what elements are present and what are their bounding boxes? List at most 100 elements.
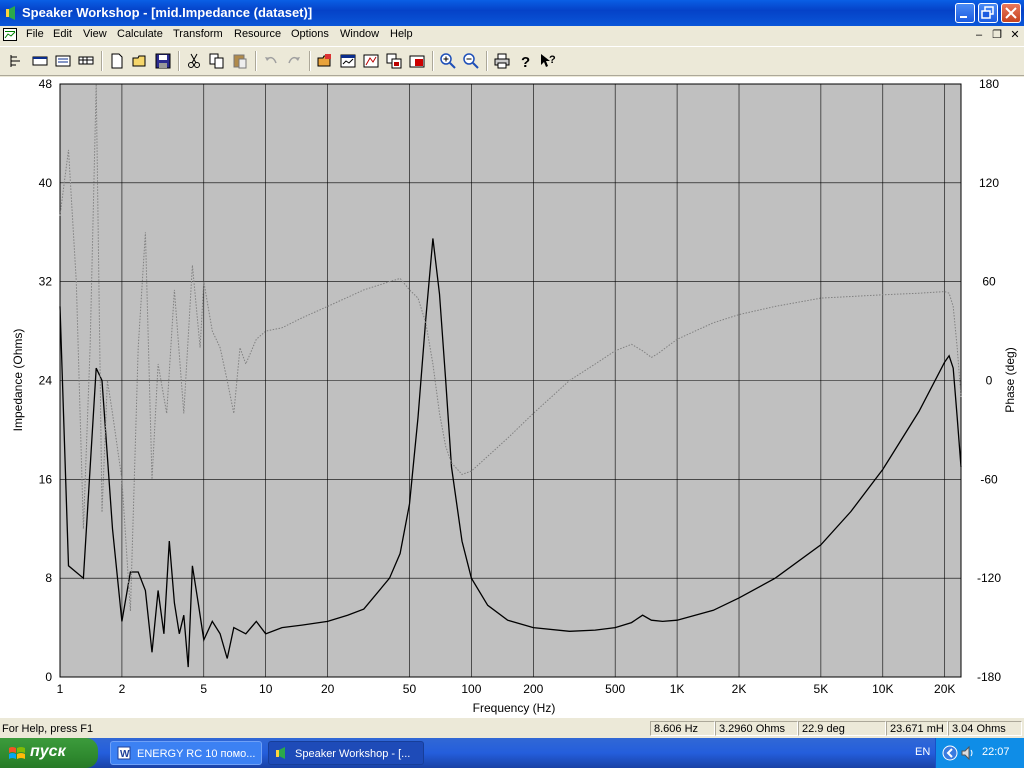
menu-view[interactable]: View <box>83 28 107 40</box>
y-tick-label: 40 <box>39 176 53 190</box>
word-document-icon: W <box>117 746 131 760</box>
open-folder-icon <box>317 54 331 67</box>
y2-tick-label: 180 <box>979 77 999 91</box>
taskbar-item-energy[interactable]: W ENERGY RC 10 помо... <box>110 741 262 765</box>
open-button[interactable] <box>129 50 151 72</box>
x-tick-label: 5K <box>814 682 829 696</box>
system-tray: 22:07 <box>935 738 1024 768</box>
menu-help[interactable]: Help <box>390 28 413 40</box>
taskbar-item-speaker-workshop[interactable]: Speaker Workshop - [... <box>268 741 424 765</box>
svg-text:?: ? <box>521 54 530 69</box>
impedance-chart-window: 1 2 5 10 20 50 100 200 500 1K 2K 5K 10K 20K 0 8 16 24 32 40… <box>0 77 1024 718</box>
doc-restore-button[interactable]: ❐ <box>990 29 1004 41</box>
minimize-icon <box>960 16 967 18</box>
svg-text:W: W <box>120 749 130 760</box>
volume-icon[interactable] <box>960 745 976 761</box>
dialog-button[interactable] <box>29 50 51 72</box>
maximize-button[interactable] <box>978 3 998 23</box>
new-icon <box>111 53 123 69</box>
document-icon[interactable] <box>3 28 17 41</box>
impedance-phase-chart[interactable]: 1 2 5 10 20 50 100 200 500 1K 2K 5K 10K 20K 0 8 16 24 32 40… <box>0 77 1024 718</box>
menu-transform[interactable]: Transform <box>173 28 223 40</box>
start-button[interactable]: пуск <box>0 738 98 768</box>
zoom-out-icon <box>463 53 479 69</box>
print-icon <box>494 53 510 69</box>
y-tick-label: 16 <box>39 472 53 486</box>
measure-button[interactable] <box>337 50 359 72</box>
status-impedance: 3.2960 Ohms <box>715 721 798 736</box>
show-hidden-icons-icon[interactable] <box>942 745 958 761</box>
doc-close-button[interactable]: ✕ <box>1008 29 1022 41</box>
menu-bar: File Edit View Calculate Transform Resou… <box>0 26 1024 44</box>
zoom-in-button[interactable] <box>437 50 459 72</box>
grid-button[interactable] <box>75 50 97 72</box>
paste-button[interactable] <box>229 50 251 72</box>
y-tick-label: 8 <box>45 571 52 585</box>
open-icon <box>132 55 146 67</box>
graph-button[interactable] <box>360 50 382 72</box>
doc-minimize-button[interactable]: – <box>972 29 986 41</box>
menu-window[interactable]: Window <box>340 28 379 40</box>
x-tick-label: 2K <box>732 682 747 696</box>
menu-edit[interactable]: Edit <box>53 28 72 40</box>
minimize-button[interactable] <box>955 3 975 23</box>
context-help-button[interactable]: ? <box>537 50 559 72</box>
y2-tick-label: 0 <box>986 374 993 388</box>
y-tick-label: 32 <box>39 275 53 289</box>
menu-options[interactable]: Options <box>291 28 329 40</box>
y-tick-label: 0 <box>45 670 52 684</box>
zoom-out-button[interactable] <box>460 50 482 72</box>
copy-button[interactable] <box>206 50 228 72</box>
zoom-in-icon <box>440 53 456 69</box>
app-icon <box>6 6 15 20</box>
cut-button[interactable] <box>183 50 205 72</box>
x-tick-label: 2 <box>119 682 126 696</box>
dialog-icon <box>32 56 48 66</box>
y2-axis-label: Phase (deg) <box>1003 347 1017 412</box>
import-icon <box>409 55 425 68</box>
y-axis-label: Impedance (Ohms) <box>11 329 25 432</box>
status-inductance: 23.671 mH <box>886 721 948 736</box>
menu-calculate[interactable]: Calculate <box>117 28 163 40</box>
close-button[interactable] <box>1001 3 1021 23</box>
y-tick-label: 48 <box>39 77 53 91</box>
x-tick-label: 1 <box>57 682 64 696</box>
print-button[interactable] <box>491 50 513 72</box>
help-button[interactable]: ? <box>514 50 536 72</box>
x-tick-label: 5 <box>200 682 207 696</box>
menu-resource[interactable]: Resource <box>234 28 281 40</box>
cut-icon <box>188 53 200 68</box>
grid-icon <box>78 56 94 65</box>
save-button[interactable] <box>152 50 174 72</box>
properties-icon <box>10 55 20 67</box>
export-icon <box>386 53 402 69</box>
paste-icon <box>233 54 247 69</box>
window-title: Speaker Workshop - [mid.Impedance (datas… <box>22 5 313 20</box>
context-help-icon: ? <box>541 54 556 67</box>
language-indicator[interactable]: EN <box>915 746 930 758</box>
x-tick-label: 20 <box>321 682 335 696</box>
y2-tick-label: -120 <box>977 571 1001 585</box>
undo-icon <box>265 56 277 64</box>
undo-button[interactable] <box>260 50 282 72</box>
toolbar-separator <box>432 51 434 71</box>
menu-file[interactable]: File <box>26 28 44 40</box>
toolbar: ? ? <box>0 46 1024 76</box>
redo-button[interactable] <box>283 50 305 72</box>
open-folder-button[interactable] <box>314 50 336 72</box>
close-icon <box>1005 7 1017 19</box>
new-button[interactable] <box>106 50 128 72</box>
import-button[interactable] <box>406 50 428 72</box>
y2-tick-label: -180 <box>977 670 1001 684</box>
export-button[interactable] <box>383 50 405 72</box>
help-icon: ? <box>521 54 530 69</box>
chart-button[interactable] <box>52 50 74 72</box>
y-tick-label: 24 <box>39 374 53 388</box>
toolbar-separator <box>486 51 488 71</box>
toolbar-separator <box>178 51 180 71</box>
graph-icon <box>363 54 379 68</box>
title-bar[interactable]: Speaker Workshop - [mid.Impedance (datas… <box>0 0 1024 26</box>
x-tick-label: 500 <box>605 682 625 696</box>
svg-text:?: ? <box>549 54 556 66</box>
properties-button[interactable] <box>5 50 27 72</box>
